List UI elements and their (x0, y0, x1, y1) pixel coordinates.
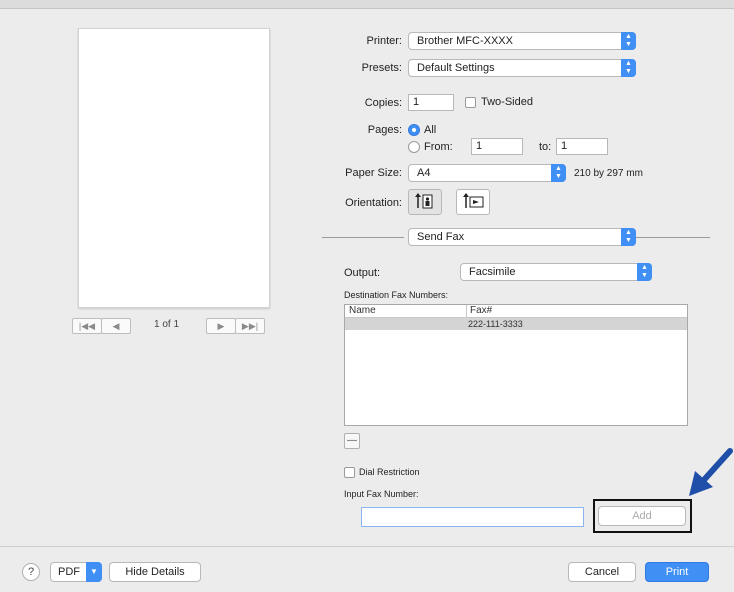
landscape-orientation-button[interactable] (456, 189, 490, 215)
landscape-icon (463, 193, 484, 208)
pages-to-field[interactable]: 1 (556, 138, 608, 155)
presets-value: Default Settings (417, 62, 495, 74)
pages-to-label: to: (539, 141, 552, 153)
remove-number-button[interactable]: — (344, 433, 360, 449)
chevron-down-icon: ▼ (86, 562, 102, 582)
pdf-menu-button[interactable]: PDF ▼ (50, 562, 102, 582)
stepper-arrows-icon: ▲ ▼ (551, 164, 566, 182)
stepper-arrows-icon: ▲ ▼ (621, 59, 636, 77)
row-fax: 222-111-3333 (468, 319, 523, 329)
column-divider (466, 305, 467, 317)
printer-label: Printer: (366, 35, 402, 47)
pages-from-radio[interactable] (408, 141, 420, 153)
section-popup[interactable]: Send Fax ▲ ▼ (408, 228, 636, 246)
dial-restriction-label: Dial Restriction (359, 467, 420, 477)
callout-arrow-icon (689, 448, 733, 496)
next-page-button[interactable]: ▶ (206, 318, 236, 334)
pages-all-radio[interactable] (408, 124, 420, 136)
output-popup[interactable]: Facsimile ▲ ▼ (460, 263, 652, 281)
output-value: Facsimile (469, 266, 516, 278)
dial-restriction-checkbox[interactable] (344, 467, 355, 478)
paper-dimensions: 210 by 297 mm (574, 168, 643, 179)
preview-pager: |◀◀ ◀ 1 of 1 ▶ ▶▶| (72, 318, 272, 334)
printer-popup[interactable]: Brother MFC-XXXX ▲ ▼ (408, 32, 636, 50)
copies-label: Copies: (364, 97, 402, 109)
two-sided-checkbox[interactable] (465, 97, 476, 108)
help-button[interactable]: ? (22, 563, 40, 581)
window-top-edge (0, 0, 734, 9)
print-preview (78, 28, 270, 308)
first-page-button[interactable]: |◀◀ (72, 318, 102, 334)
pages-from-field[interactable]: 1 (471, 138, 523, 155)
printer-value: Brother MFC-XXXX (417, 35, 513, 47)
help-icon: ? (27, 566, 35, 578)
column-fax-header[interactable]: Fax# (470, 305, 492, 317)
paper-size-label: Paper Size: (345, 167, 402, 179)
input-fax-label: Input Fax Number: (344, 489, 419, 499)
stepper-arrows-icon: ▲ ▼ (621, 32, 636, 50)
add-button[interactable]: Add (598, 506, 686, 526)
paper-size-popup[interactable]: A4 ▲ ▼ (408, 164, 566, 182)
pages-all-label: All (424, 124, 437, 136)
destination-table[interactable]: Name Fax# 222-111-3333 (344, 304, 688, 426)
output-label: Output: (344, 267, 381, 279)
cancel-button[interactable]: Cancel (568, 562, 636, 582)
column-name-header[interactable]: Name (349, 305, 376, 317)
presets-popup[interactable]: Default Settings ▲ ▼ (408, 59, 636, 77)
pages-from-label: From: (424, 141, 453, 153)
hide-details-button[interactable]: Hide Details (109, 562, 201, 582)
destination-label: Destination Fax Numbers: (344, 290, 449, 300)
presets-label: Presets: (361, 62, 402, 74)
paper-size-value: A4 (417, 167, 431, 179)
pdf-label: PDF (58, 566, 80, 578)
section-divider-left (322, 237, 404, 238)
page-count: 1 of 1 (154, 319, 180, 330)
section-value: Send Fax (417, 231, 465, 243)
prev-page-button[interactable]: ◀ (101, 318, 131, 334)
two-sided-label: Two-Sided (481, 96, 533, 108)
print-button[interactable]: Print (645, 562, 709, 582)
orientation-label: Orientation: (345, 197, 402, 209)
portrait-icon (415, 193, 433, 209)
table-row[interactable]: 222-111-3333 (345, 318, 687, 330)
copies-field[interactable]: 1 (408, 94, 454, 111)
input-fax-field[interactable] (361, 507, 584, 527)
portrait-orientation-button[interactable] (408, 189, 442, 215)
stepper-arrows-icon: ▲ ▼ (621, 228, 636, 246)
table-header: Name Fax# (345, 305, 687, 318)
last-page-button[interactable]: ▶▶| (235, 318, 265, 334)
stepper-arrows-icon: ▲ ▼ (637, 263, 652, 281)
pages-label: Pages: (367, 124, 402, 136)
footer-divider (0, 546, 734, 547)
section-divider-right (636, 237, 710, 238)
